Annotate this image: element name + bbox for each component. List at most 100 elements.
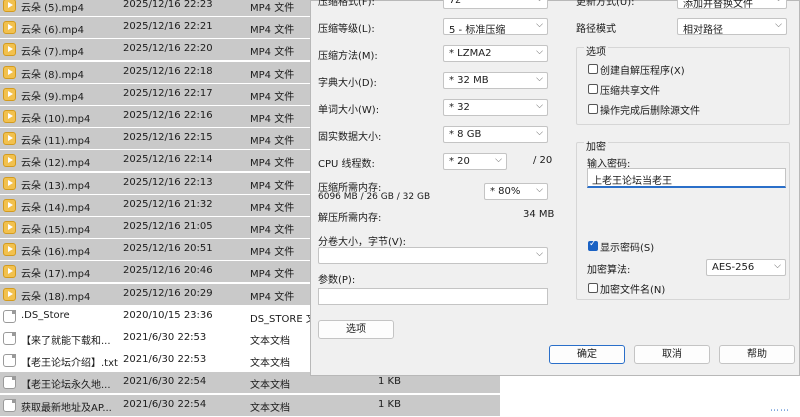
video-file-icon [3, 65, 16, 79]
chevron-down-icon: ⌵ [536, 185, 543, 195]
video-file-icon [3, 0, 16, 12]
chevron-down-icon: ⌵ [774, 261, 781, 271]
file-date: 2025/12/16 21:32 [123, 198, 213, 210]
file-size: 1 KB [378, 376, 401, 388]
video-file-icon [3, 198, 16, 212]
word-size-label: 单词大小(W): [318, 105, 380, 116]
path-mode-label: 路径模式 [576, 24, 616, 35]
word-size-value: * 32 [449, 102, 470, 113]
file-type: MP4 文件 [250, 225, 295, 236]
video-file-icon [3, 132, 16, 146]
file-type: MP4 文件 [250, 3, 295, 14]
video-file-icon [3, 21, 16, 35]
compression-level-dropdown[interactable]: 5 - 标准压缩 ⌵ [443, 18, 548, 36]
file-date: 2025/12/16 22:23 [123, 0, 213, 10]
sfx-checkbox[interactable] [588, 64, 598, 74]
video-file-icon [3, 154, 16, 168]
file-type: MP4 文件 [250, 114, 295, 125]
update-mode-dropdown[interactable]: 添加并替换文件 ⌵ [677, 0, 787, 10]
file-name: 云朵 (18).mp4 [21, 291, 91, 303]
file-date: 2025/12/16 22:13 [123, 176, 213, 188]
file-name: 【老王论坛介绍】.txt [21, 358, 118, 370]
file-type: 文本文档 [250, 380, 290, 392]
video-file-icon [3, 265, 16, 279]
cpu-threads-dropdown[interactable]: * 20 ⌵ [443, 153, 507, 170]
encrypt-filenames-checkbox[interactable] [588, 283, 598, 293]
video-file-icon [3, 110, 16, 123]
encryption-group-title: 加密 [584, 138, 608, 153]
show-password-checkbox[interactable] [588, 239, 598, 251]
parameters-input[interactable] [318, 288, 548, 305]
file-date: 2025/12/16 22:18 [123, 65, 213, 77]
file-type: MP4 文件 [250, 158, 295, 170]
cpu-threads-label: CPU 线程数: [318, 159, 375, 170]
file-type: MP4 文件 [250, 202, 295, 214]
sfx-label: 创建自解压程序(X) [600, 66, 685, 77]
file-type: 文本文档 [250, 358, 290, 370]
delete-after-checkbox[interactable] [588, 104, 598, 114]
update-mode-value: 添加并替换文件 [683, 0, 753, 10]
chevron-down-icon: ⌵ [536, 249, 543, 259]
help-button[interactable]: 帮助 [719, 345, 795, 364]
compression-method-value: * LZMA2 [449, 48, 492, 59]
encryption-method-label: 加密算法: [587, 265, 631, 276]
chevron-down-icon: ⌵ [536, 47, 543, 57]
file-type: 文本文档 [250, 402, 290, 414]
compression-level-value: 5 - 标准压缩 [449, 25, 506, 36]
cpu-threads-max: / 20 [533, 155, 553, 166]
file-type: MP4 文件 [250, 247, 295, 259]
path-mode-dropdown[interactable]: 相对路径 ⌵ [677, 18, 787, 36]
solid-block-dropdown[interactable]: * 8 GB ⌵ [443, 126, 548, 143]
solid-block-label: 固实数据大小: [318, 132, 382, 143]
dictionary-size-value: * 32 MB [449, 75, 489, 86]
file-type: DS_STORE 文 [250, 313, 316, 325]
document-file-icon [3, 309, 16, 323]
file-date: 2021/6/30 22:54 [123, 398, 207, 410]
shared-files-checkbox[interactable] [588, 84, 598, 94]
file-date: 2025/12/16 20:46 [123, 265, 213, 277]
compression-level-label: 压缩等级(L): [318, 24, 375, 35]
file-date: 2025/12/16 22:16 [123, 110, 213, 121]
file-date: 2021/6/30 22:53 [123, 332, 207, 343]
memory-usage-dropdown[interactable]: * 80% ⌵ [484, 183, 548, 200]
parameters-label: 参数(P): [318, 275, 356, 286]
ok-button[interactable]: 确定 [549, 345, 625, 364]
encryption-method-dropdown[interactable]: AES-256 ⌵ [706, 259, 786, 276]
background-window [500, 376, 800, 417]
resize-grip-icon[interactable]: ⋯⋯ [770, 406, 790, 416]
file-name: 云朵 (17).mp4 [21, 269, 91, 281]
file-type: MP4 文件 [250, 25, 295, 37]
compression-method-dropdown[interactable]: * LZMA2 ⌵ [443, 45, 548, 62]
document-file-icon [3, 354, 16, 368]
video-file-icon [3, 43, 16, 57]
cancel-button[interactable]: 取消 [634, 345, 710, 364]
word-size-dropdown[interactable]: * 32 ⌵ [443, 99, 548, 116]
file-name: 云朵 (12).mp4 [21, 158, 91, 170]
file-type: MP4 文件 [250, 91, 295, 103]
file-type: MP4 文件 [250, 136, 295, 148]
chevron-down-icon: ⌵ [775, 20, 782, 30]
solid-block-value: * 8 GB [449, 129, 482, 140]
chevron-down-icon: ⌵ [495, 155, 502, 165]
video-file-icon [3, 243, 16, 257]
dictionary-size-dropdown[interactable]: * 32 MB ⌵ [443, 72, 548, 89]
password-input[interactable]: 上老王论坛当老王 [587, 168, 786, 188]
file-type: MP4 文件 [250, 180, 295, 192]
archive-format-dropdown[interactable]: 7z ⌵ [443, 0, 548, 9]
video-file-icon [3, 221, 16, 234]
memory-compress-detail: 6096 MB / 26 GB / 32 GB [318, 192, 431, 202]
memory-decompress-label: 解压所需内存: [318, 213, 382, 224]
options-button[interactable]: 选项 [318, 320, 394, 339]
file-name: 云朵 (6).mp4 [21, 25, 84, 37]
file-row[interactable]: 获取最新地址及AP... 2021/6/30 22:54 文本文档 1 KB [0, 394, 500, 417]
file-name: 云朵 (15).mp4 [21, 225, 91, 236]
delete-after-label: 操作完成后删除源文件 [600, 106, 700, 117]
video-file-icon [3, 287, 16, 301]
file-name: 云朵 (8).mp4 [21, 69, 84, 81]
file-date: 2025/12/16 22:21 [123, 21, 213, 33]
memory-decompress-value: 34 MB [523, 209, 555, 220]
split-volume-combobox[interactable]: ⌵ [318, 247, 548, 264]
file-name: 获取最新地址及AP... [21, 402, 112, 414]
file-date: 2020/10/15 23:36 [123, 309, 213, 321]
file-date: 2021/6/30 22:53 [123, 354, 207, 366]
